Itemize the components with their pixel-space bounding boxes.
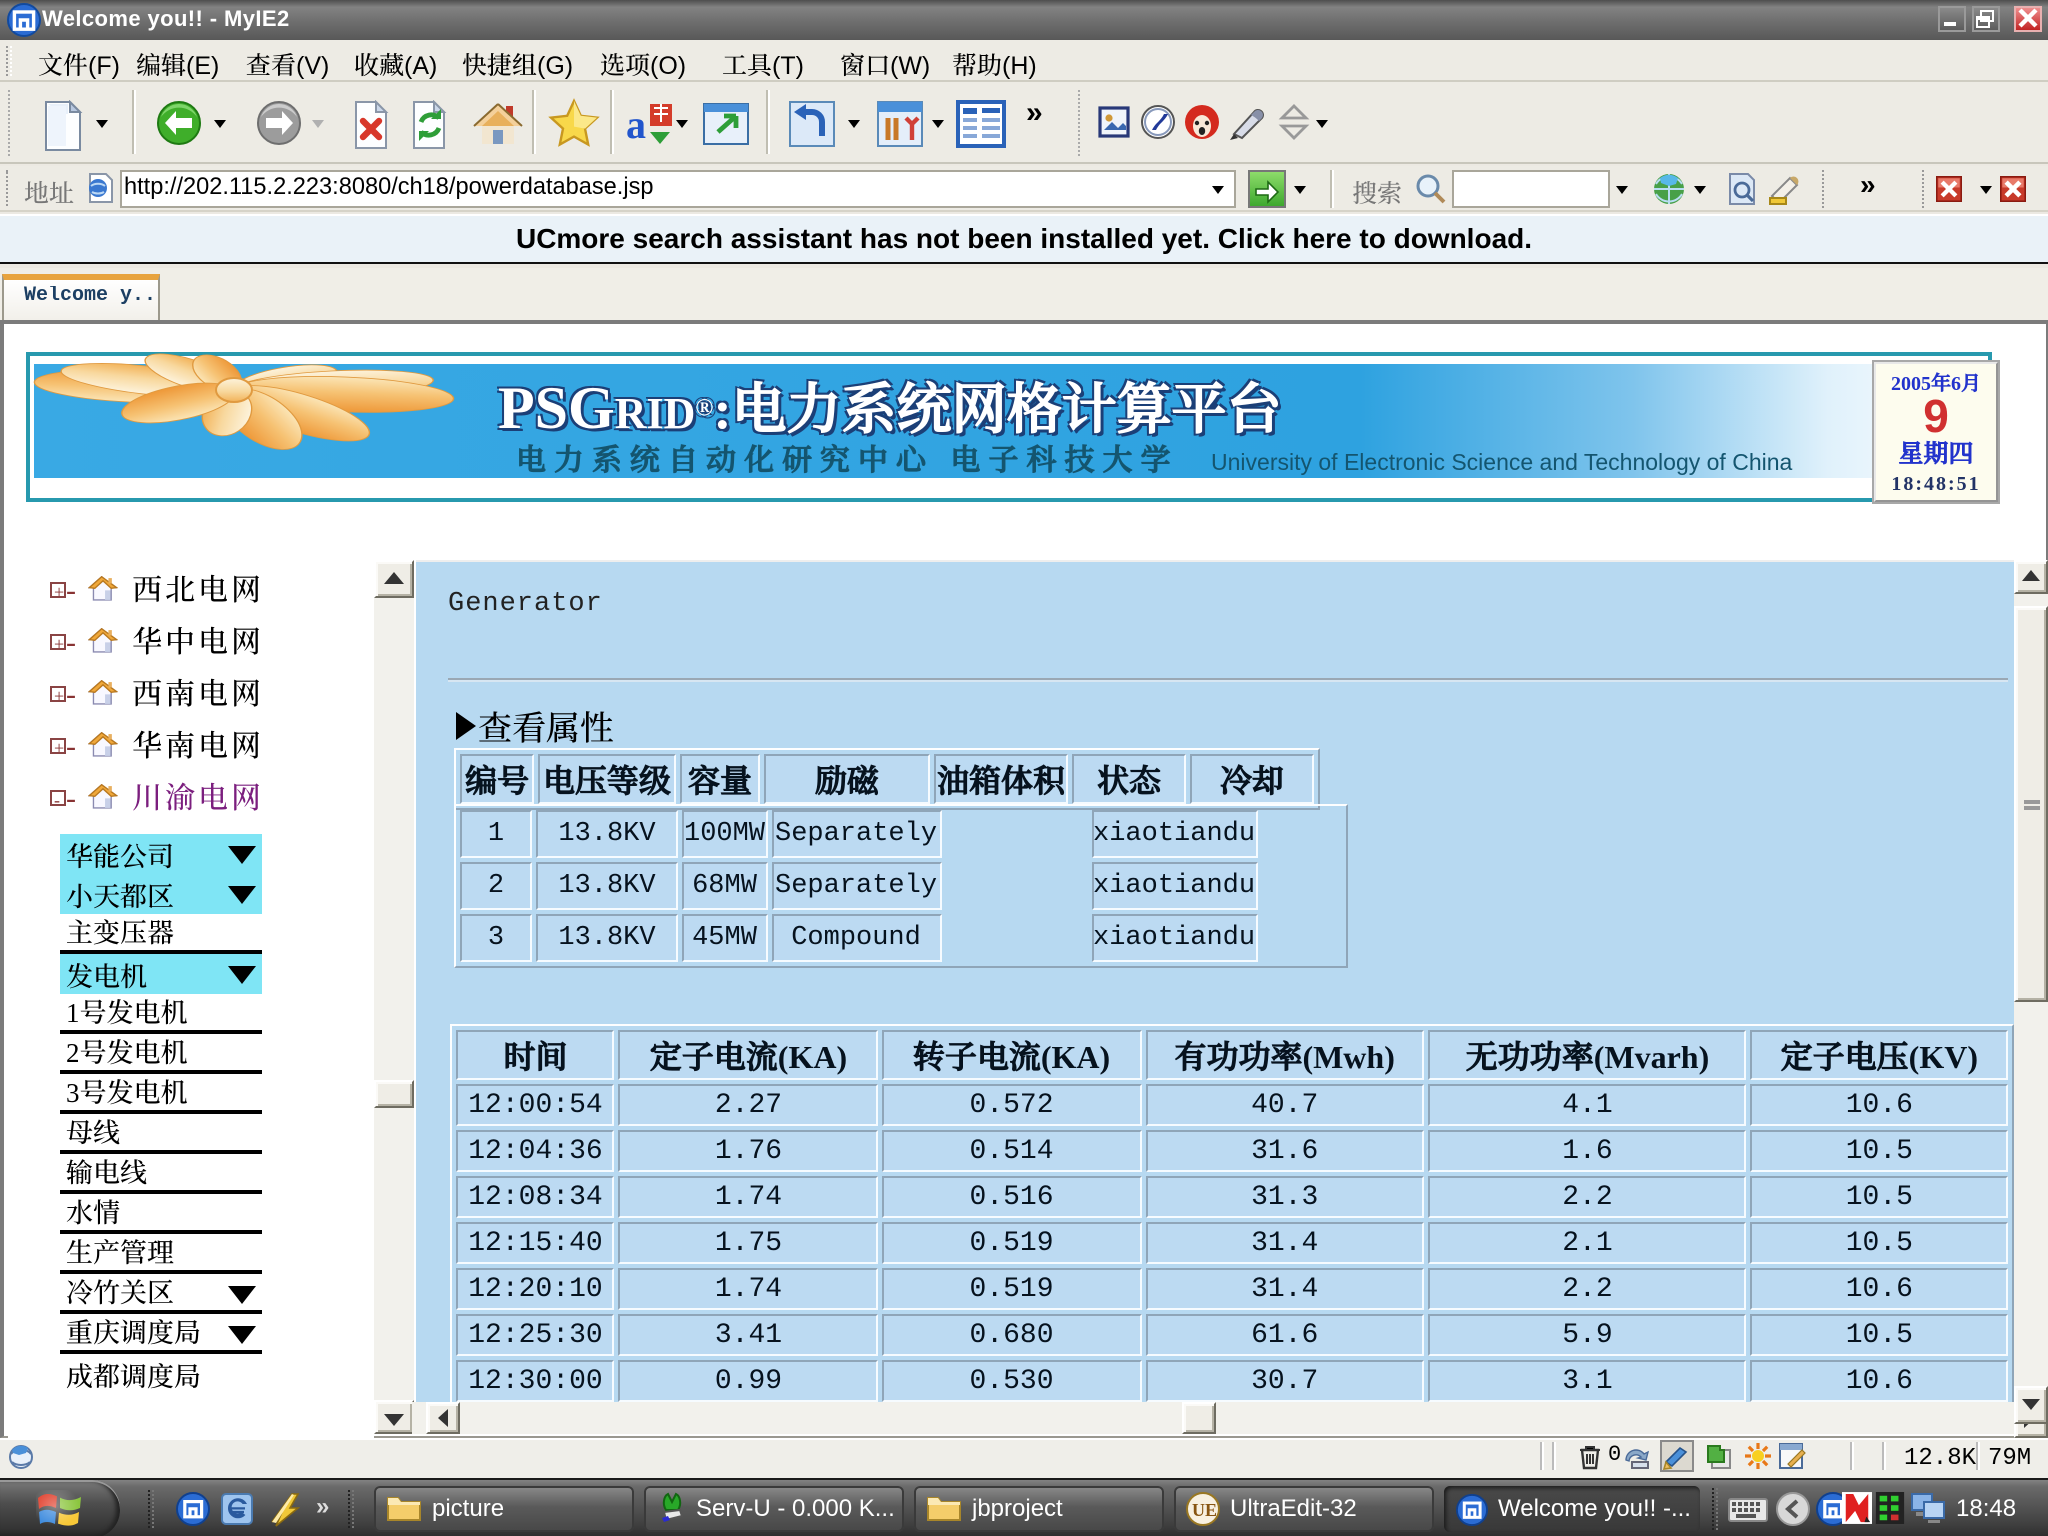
svg-text:a: a (626, 102, 646, 147)
svg-text:UE: UE (1192, 1500, 1217, 1520)
